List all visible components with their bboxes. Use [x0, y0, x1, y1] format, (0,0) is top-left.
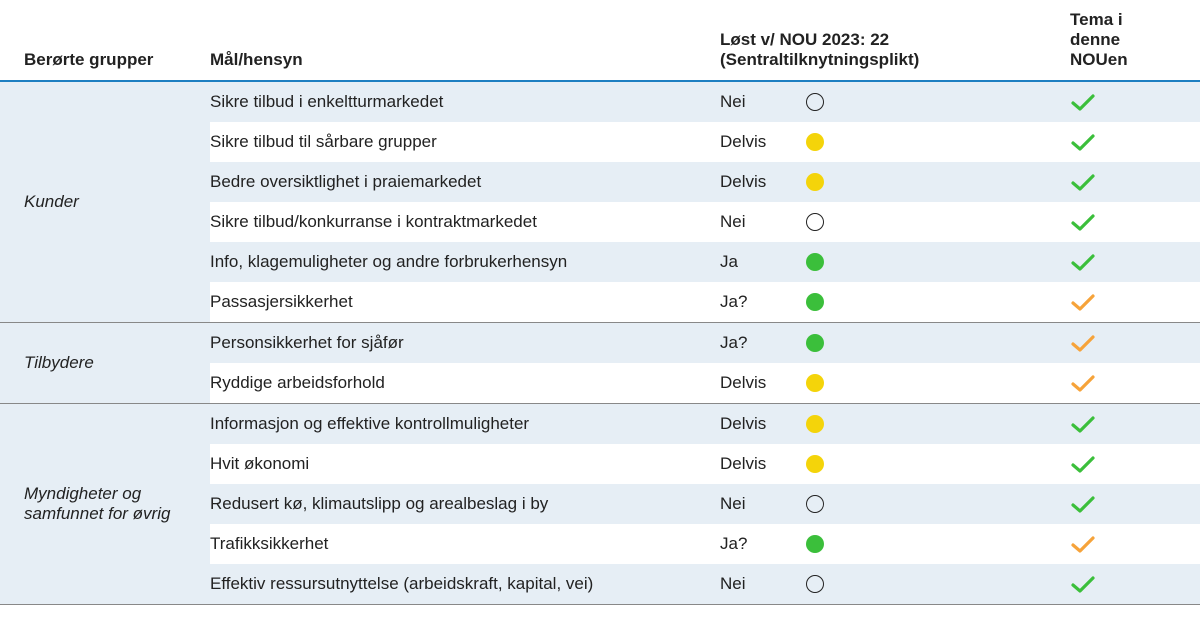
status-circle-icon — [806, 213, 824, 231]
status-circle-icon — [806, 374, 824, 392]
table-row: Sikre tilbud til sårbare grupper Delvis — [210, 122, 1200, 162]
table-row: Sikre tilbud/konkurranse i kontraktmarke… — [210, 202, 1200, 242]
table-row: Effektiv ressursutnyttelse (arbeidskraft… — [210, 564, 1200, 604]
status-circle-icon — [806, 173, 824, 191]
cell-solved: Delvis — [720, 132, 806, 152]
cell-goal: Sikre tilbud til sårbare grupper — [210, 132, 720, 152]
check-icon — [1070, 454, 1096, 474]
cell-solved: Nei — [720, 92, 806, 112]
table-row: Hvit økonomi Delvis — [210, 444, 1200, 484]
header-solved-line2: (Sentraltilknytningsplikt) — [720, 50, 919, 69]
check-icon — [1070, 373, 1096, 393]
header-goal: Mål/hensyn — [210, 50, 720, 70]
check-icon — [1070, 574, 1096, 594]
table-row: Bedre oversiktlighet i praiemarkedet Del… — [210, 162, 1200, 202]
table-row: Ryddige arbeidsforhold Delvis — [210, 363, 1200, 403]
check-icon — [1070, 534, 1096, 554]
group-label: Tilbydere — [0, 323, 210, 403]
cell-goal: Trafikksikkerhet — [210, 534, 720, 554]
cell-solved: Nei — [720, 574, 806, 594]
header-theme-line2: denne — [1070, 30, 1120, 49]
cell-solved: Ja? — [720, 333, 806, 353]
cell-goal: Bedre oversiktlighet i praiemarkedet — [210, 172, 720, 192]
cell-solved: Delvis — [720, 414, 806, 434]
header-theme: Tema i denne NOUen — [1050, 10, 1200, 70]
header-solved: Løst v/ NOU 2023: 22 (Sentraltilknytning… — [720, 30, 970, 70]
status-circle-icon — [806, 575, 824, 593]
cell-solved: Ja? — [720, 292, 806, 312]
cell-goal: Redusert kø, klimautslipp og arealbeslag… — [210, 494, 720, 514]
header-theme-line1: Tema i — [1070, 10, 1123, 29]
status-circle-icon — [806, 415, 824, 433]
status-circle-icon — [806, 293, 824, 311]
check-icon — [1070, 292, 1096, 312]
table-row: Personsikkerhet for sjåfør Ja? — [210, 323, 1200, 363]
cell-goal: Passasjersikkerhet — [210, 292, 720, 312]
cell-solved: Nei — [720, 494, 806, 514]
header-group: Berørte grupper — [0, 50, 210, 70]
status-circle-icon — [806, 535, 824, 553]
table-row: Passasjersikkerhet Ja? — [210, 282, 1200, 322]
cell-solved: Nei — [720, 212, 806, 232]
cell-goal: Info, klagemuligheter og andre forbruker… — [210, 252, 720, 272]
status-circle-icon — [806, 93, 824, 111]
header-solved-line1: Løst v/ NOU 2023: 22 — [720, 30, 889, 49]
table-header-row: Berørte grupper Mål/hensyn Løst v/ NOU 2… — [0, 0, 1200, 82]
cell-solved: Delvis — [720, 454, 806, 474]
group-block: Myndigheter og samfunnet for øvrig Infor… — [0, 404, 1200, 605]
cell-goal: Personsikkerhet for sjåfør — [210, 333, 720, 353]
table-row: Sikre tilbud i enkeltturmarkedet Nei — [210, 82, 1200, 122]
status-circle-icon — [806, 253, 824, 271]
cell-goal: Hvit økonomi — [210, 454, 720, 474]
cell-goal: Ryddige arbeidsforhold — [210, 373, 720, 393]
group-label: Kunder — [0, 82, 210, 322]
table-row: Info, klagemuligheter og andre forbruker… — [210, 242, 1200, 282]
goal-coverage-table: Berørte grupper Mål/hensyn Løst v/ NOU 2… — [0, 0, 1200, 605]
check-icon — [1070, 212, 1096, 232]
check-icon — [1070, 252, 1096, 272]
group-label: Myndigheter og samfunnet for øvrig — [0, 404, 210, 604]
cell-solved: Delvis — [720, 373, 806, 393]
cell-solved: Ja — [720, 252, 806, 272]
check-icon — [1070, 494, 1096, 514]
check-icon — [1070, 333, 1096, 353]
status-circle-icon — [806, 495, 824, 513]
cell-solved: Ja? — [720, 534, 806, 554]
cell-solved: Delvis — [720, 172, 806, 192]
table-row: Redusert kø, klimautslipp og arealbeslag… — [210, 484, 1200, 524]
check-icon — [1070, 172, 1096, 192]
group-block: Tilbydere Personsikkerhet for sjåfør Ja?… — [0, 323, 1200, 404]
status-circle-icon — [806, 334, 824, 352]
table-row: Trafikksikkerhet Ja? — [210, 524, 1200, 564]
status-circle-icon — [806, 455, 824, 473]
table-row: Informasjon og effektive kontrollmulighe… — [210, 404, 1200, 444]
cell-goal: Effektiv ressursutnyttelse (arbeidskraft… — [210, 574, 720, 594]
check-icon — [1070, 132, 1096, 152]
cell-goal: Sikre tilbud/konkurranse i kontraktmarke… — [210, 212, 720, 232]
check-icon — [1070, 414, 1096, 434]
cell-goal: Sikre tilbud i enkeltturmarkedet — [210, 92, 720, 112]
status-circle-icon — [806, 133, 824, 151]
header-theme-line3: NOUen — [1070, 50, 1128, 69]
group-block: Kunder Sikre tilbud i enkeltturmarkedet … — [0, 82, 1200, 323]
cell-goal: Informasjon og effektive kontrollmulighe… — [210, 414, 720, 434]
check-icon — [1070, 92, 1096, 112]
